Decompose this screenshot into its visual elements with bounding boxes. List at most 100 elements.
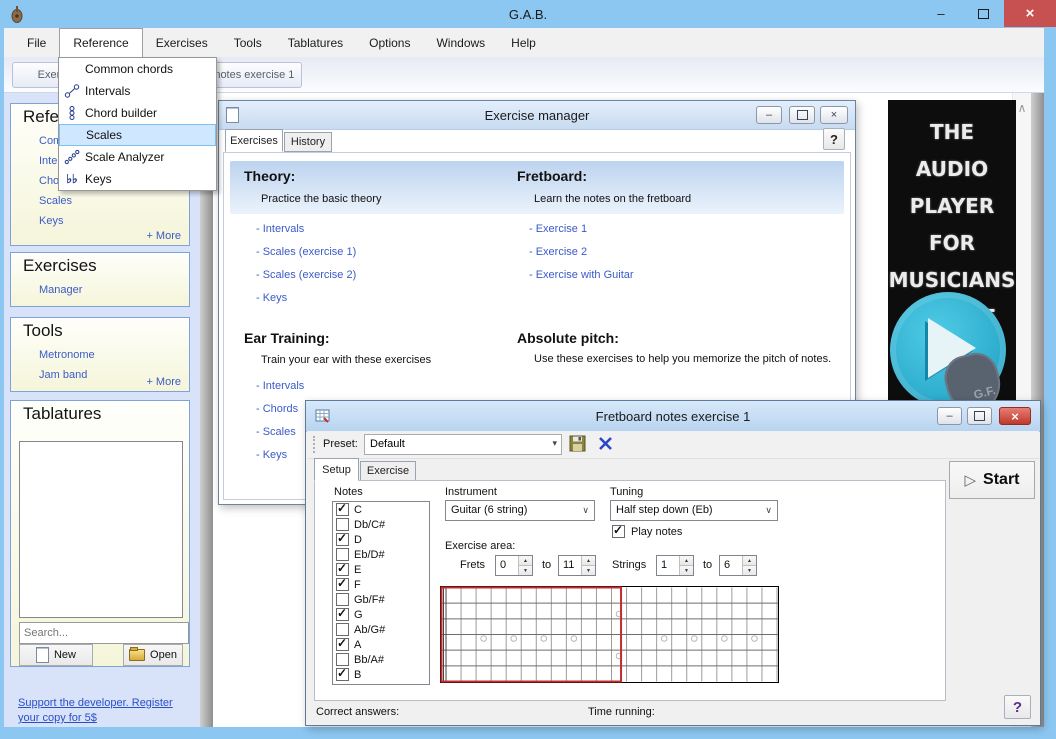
note-row-F[interactable]: F xyxy=(333,576,429,592)
more-link[interactable]: + More xyxy=(146,230,181,242)
new-button[interactable]: New xyxy=(19,644,93,666)
menu-item-keys[interactable]: ♭♭ Keys xyxy=(59,168,216,190)
note-row-DbC[interactable]: Db/C# xyxy=(333,517,429,532)
ear-training-link[interactable]: - Intervals xyxy=(256,380,304,392)
note-row-E[interactable]: E xyxy=(333,561,429,577)
step-up-icon[interactable]: ▲ xyxy=(519,556,532,566)
fretboard-diagram[interactable] xyxy=(440,586,779,683)
menu-item-chord-builder[interactable]: Chord builder xyxy=(59,102,216,124)
tab-setup[interactable]: Setup xyxy=(314,458,359,481)
delete-preset-icon[interactable] xyxy=(597,435,614,452)
note-row-BbA[interactable]: Bb/A# xyxy=(333,652,429,667)
theory-link[interactable]: - Scales (exercise 1) xyxy=(256,246,356,258)
maximize-button[interactable] xyxy=(967,407,992,425)
menu-exercises[interactable]: Exercises xyxy=(143,28,221,57)
checkbox-icon[interactable] xyxy=(336,636,349,651)
menu-item-scales[interactable]: Scales xyxy=(59,124,216,146)
open-button[interactable]: Open xyxy=(123,644,183,666)
tuning-dropdown[interactable]: Half step down (Eb) ∨ xyxy=(610,500,778,521)
note-row-EbD[interactable]: Eb/D# xyxy=(333,547,429,562)
note-row-B[interactable]: B xyxy=(333,666,429,682)
exercise-manager-titlebar[interactable]: Exercise manager – × xyxy=(219,101,855,130)
sidebar-link[interactable]: Scales xyxy=(39,195,189,207)
step-down-icon[interactable]: ▼ xyxy=(743,566,756,575)
note-row-G[interactable]: G xyxy=(333,606,429,622)
help-button[interactable]: ? xyxy=(823,128,845,150)
step-down-icon[interactable]: ▼ xyxy=(519,566,532,575)
save-preset-icon[interactable] xyxy=(569,435,586,452)
menu-tools[interactable]: Tools xyxy=(221,28,275,57)
close-button[interactable]: × xyxy=(1004,0,1056,27)
fretboard-link[interactable]: - Exercise with Guitar xyxy=(529,269,634,281)
search-input[interactable] xyxy=(19,622,189,644)
ear-training-link[interactable]: - Chords xyxy=(256,403,304,415)
ear-training-link[interactable]: - Keys xyxy=(256,449,304,461)
maximize-button[interactable] xyxy=(789,106,815,124)
checkbox-icon[interactable] xyxy=(336,561,349,576)
step-up-icon[interactable]: ▲ xyxy=(680,556,693,566)
preset-dropdown[interactable]: Default ▾ xyxy=(364,434,562,455)
menu-options[interactable]: Options xyxy=(356,28,423,57)
ad-banner[interactable]: THEAUDIOPLAYERFORMUSICIANSIS HERE G.F. xyxy=(888,100,1016,406)
theory-link[interactable]: - Keys xyxy=(256,292,356,304)
notes-checklist[interactable]: C Db/C# D Eb/D# EF Gb/F# G Ab/G# A Bb/A# B xyxy=(332,501,430,685)
checkbox-icon[interactable] xyxy=(336,666,349,681)
checkbox-icon[interactable] xyxy=(336,518,349,531)
menu-item-intervals[interactable]: Intervals xyxy=(59,80,216,102)
checkbox-icon[interactable] xyxy=(336,502,349,516)
ear-training-link[interactable]: - Scales xyxy=(256,426,304,438)
theory-link[interactable]: - Intervals xyxy=(256,223,356,235)
toolbar-grip[interactable] xyxy=(313,436,315,453)
frets-from-stepper[interactable]: 0 ▲ ▼ xyxy=(495,555,533,576)
menu-item-scale-analyzer[interactable]: Scale Analyzer xyxy=(59,146,216,168)
step-up-icon[interactable]: ▲ xyxy=(582,556,595,566)
checkbox-icon[interactable] xyxy=(336,531,349,546)
note-row-AbG[interactable]: Ab/G# xyxy=(333,622,429,637)
start-button[interactable]: ▷ Start xyxy=(949,461,1035,499)
step-down-icon[interactable]: ▼ xyxy=(680,566,693,575)
menu-tablatures[interactable]: Tablatures xyxy=(275,28,356,57)
support-developer-link[interactable]: Support the developer. Register your cop… xyxy=(18,696,176,726)
theory-link[interactable]: - Scales (exercise 2) xyxy=(256,269,356,281)
close-button[interactable]: × xyxy=(820,106,848,124)
note-row-D[interactable]: D xyxy=(333,531,429,547)
checkbox-icon[interactable] xyxy=(336,606,349,621)
more-link[interactable]: + More xyxy=(146,376,181,388)
sidebar-link[interactable]: Manager xyxy=(39,284,189,296)
fretboard-link[interactable]: - Exercise 2 xyxy=(529,246,634,258)
sidebar-link[interactable]: Metronome xyxy=(39,349,189,361)
frets-to-stepper[interactable]: 11 ▲ ▼ xyxy=(558,555,596,576)
note-row-C[interactable]: C xyxy=(333,502,429,517)
menu-item-common-chords[interactable]: Common chords xyxy=(59,58,216,80)
tab-exercises[interactable]: Exercises xyxy=(225,129,283,152)
instrument-dropdown[interactable]: Guitar (6 string) ∨ xyxy=(445,500,595,521)
help-button[interactable]: ? xyxy=(1004,695,1031,719)
menu-file[interactable]: File xyxy=(14,28,59,57)
note-row-GbF[interactable]: Gb/F# xyxy=(333,592,429,607)
tab-history[interactable]: History xyxy=(284,132,332,152)
checkbox-icon[interactable] xyxy=(336,653,349,666)
maximize-button[interactable] xyxy=(962,0,1004,27)
tab-exercise[interactable]: Exercise xyxy=(360,461,416,481)
ad-play-button[interactable]: G.F. xyxy=(890,292,1007,406)
fretboard-window-titlebar[interactable]: Fretboard notes exercise 1 – × xyxy=(306,401,1040,432)
play-notes-checkbox[interactable]: Play notes xyxy=(612,523,682,538)
strings-from-stepper[interactable]: 1 ▲ ▼ xyxy=(656,555,694,576)
main-titlebar[interactable]: G.A.B. – × xyxy=(0,0,1056,28)
checkbox-icon[interactable] xyxy=(336,548,349,561)
minimize-button[interactable]: – xyxy=(756,106,782,124)
checkbox-icon[interactable] xyxy=(336,576,349,591)
checkbox-icon[interactable] xyxy=(336,593,349,606)
step-up-icon[interactable]: ▲ xyxy=(743,556,756,566)
menu-reference[interactable]: Reference xyxy=(59,28,143,57)
tablature-listbox[interactable] xyxy=(19,441,183,618)
menu-windows[interactable]: Windows xyxy=(423,28,498,57)
checkbox-icon[interactable] xyxy=(336,623,349,636)
minimize-button[interactable]: – xyxy=(937,407,962,425)
minimize-button[interactable]: – xyxy=(920,0,962,27)
strings-to-stepper[interactable]: 6 ▲ ▼ xyxy=(719,555,757,576)
fretboard-link[interactable]: - Exercise 1 xyxy=(529,223,634,235)
menu-help[interactable]: Help xyxy=(498,28,549,57)
sidebar-link[interactable]: Keys xyxy=(39,215,189,227)
step-down-icon[interactable]: ▼ xyxy=(582,566,595,575)
